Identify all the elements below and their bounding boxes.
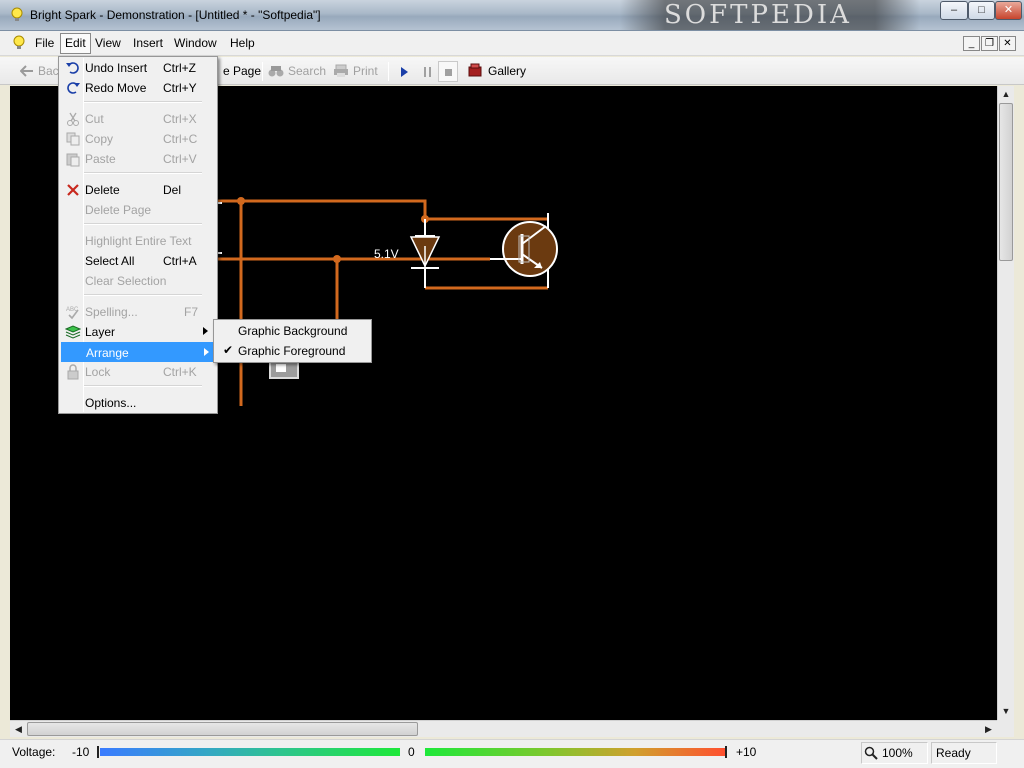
scroll-down-arrow-icon[interactable]: ▼: [998, 703, 1014, 720]
menu-separator: [84, 101, 202, 103]
voltage-negative-gradient: [100, 748, 400, 756]
printer-icon: [334, 64, 348, 77]
submenu-arrow-icon: [204, 348, 209, 356]
menu-separator: [84, 223, 202, 225]
menu-item-undo-insert[interactable]: Undo Insert Ctrl+Z: [61, 58, 215, 78]
menu-item-redo-move[interactable]: Redo Move Ctrl+Y: [61, 78, 215, 98]
voltage-label: Voltage:: [12, 745, 56, 759]
menu-file[interactable]: File: [31, 33, 58, 54]
menu-item-select-all[interactable]: Select All Ctrl+A: [61, 251, 215, 271]
status-panel: Ready: [931, 742, 997, 764]
status-text: Ready: [936, 746, 971, 760]
copy-icon: [66, 132, 80, 146]
stop-icon: [445, 69, 452, 76]
scroll-up-arrow-icon[interactable]: ▲: [998, 86, 1014, 103]
zener-diode[interactable]: [409, 236, 441, 269]
voltage-scale-tick: [725, 746, 727, 758]
page-button[interactable]: e Page: [223, 63, 261, 80]
arrange-submenu: Graphic Background ✔ Graphic Foreground: [213, 319, 372, 363]
menu-item-lock: Lock Ctrl+K: [61, 362, 215, 382]
mdi-minimize-button[interactable]: _: [963, 36, 980, 51]
search-button[interactable]: Search: [288, 63, 326, 80]
checkmark-icon: ✔: [223, 343, 234, 357]
menu-item-arrange[interactable]: Arrange: [61, 342, 215, 362]
scroll-right-arrow-icon[interactable]: ▶: [980, 721, 997, 737]
horizontal-scroll-thumb[interactable]: [27, 722, 418, 736]
softpedia-watermark: SOFTPEDIA: [620, 0, 920, 30]
transistor[interactable]: [490, 221, 558, 277]
circuit-junctions: [237, 197, 429, 263]
vertical-scroll-thumb[interactable]: [999, 103, 1013, 261]
print-button[interactable]: Print: [353, 63, 378, 80]
maximize-button[interactable]: □: [968, 1, 995, 20]
minimize-button[interactable]: –: [940, 1, 968, 20]
component-leads: [215, 202, 549, 288]
zoom-panel: 100%: [861, 742, 928, 764]
gallery-icon: [468, 63, 482, 77]
horizontal-scrollbar[interactable]: ◀ ▶: [10, 720, 997, 737]
toolbar-separator: [262, 62, 263, 81]
delete-x-icon: [67, 184, 79, 196]
window-title: Bright Spark - Demonstration - [Untitled…: [30, 8, 321, 22]
menu-item-options[interactable]: Options...: [61, 393, 215, 413]
scroll-left-arrow-icon[interactable]: ◀: [10, 721, 27, 737]
lightbulb-icon[interactable]: [11, 35, 27, 51]
mdi-restore-button[interactable]: ❐: [981, 36, 998, 51]
play-icon[interactable]: [401, 67, 409, 77]
submenu-item-graphic-background[interactable]: Graphic Background: [216, 321, 370, 341]
menu-item-delete[interactable]: Delete Del: [61, 180, 215, 200]
redo-icon: [67, 82, 80, 94]
toolbar-separator: [388, 62, 389, 81]
undo-icon: [66, 62, 79, 74]
lightbulb-icon: [11, 7, 23, 21]
menu-separator: [84, 172, 202, 174]
zener-voltage-label: 5.1V: [374, 247, 399, 261]
voltage-min-label: -10: [72, 745, 90, 759]
menu-item-layer[interactable]: Layer: [61, 322, 215, 342]
edit-menu-dropdown: Undo Insert Ctrl+Z Redo Move Ctrl+Y Cut …: [58, 56, 218, 414]
close-button[interactable]: ✕: [995, 1, 1022, 20]
menu-edit[interactable]: Edit: [60, 33, 91, 54]
voltage-zero-label: 0: [408, 745, 415, 759]
pause-icon[interactable]: [424, 67, 432, 77]
mdi-close-button[interactable]: ✕: [999, 36, 1016, 51]
menu-item-clear-selection: Clear Selection: [85, 274, 167, 288]
title-bar[interactable]: Bright Spark - Demonstration - [Untitled…: [0, 0, 1024, 31]
submenu-arrow-icon: [203, 327, 208, 335]
lock-icon: [67, 364, 79, 380]
menu-item-delete-page: Delete Page: [85, 203, 152, 217]
menu-bar: File Edit View Insert Window Help: [0, 31, 1024, 56]
menu-help[interactable]: Help: [226, 33, 259, 54]
voltage-positive-gradient: [425, 748, 725, 756]
layers-icon: [65, 325, 81, 339]
magnifier-icon: [864, 746, 878, 760]
vertical-scrollbar[interactable]: ▲ ▼: [997, 86, 1014, 720]
menu-item-copy: Copy Ctrl+C: [61, 129, 215, 149]
scissors-icon: [67, 112, 79, 126]
menu-item-highlight-entire-text: Highlight Entire Text: [85, 234, 192, 248]
status-bar: Voltage: -10 0 +10 100% Ready: [0, 739, 1024, 768]
menu-item-cut: Cut Ctrl+X: [61, 109, 215, 129]
submenu-item-graphic-foreground[interactable]: ✔ Graphic Foreground: [216, 341, 370, 361]
scroll-corner: [997, 720, 1014, 737]
circuit-wires: [215, 199, 548, 406]
menu-separator: [84, 294, 202, 296]
voltage-scale-tick: [97, 746, 99, 758]
binoculars-icon: [268, 66, 284, 77]
stop-button[interactable]: [438, 61, 458, 82]
back-arrow-icon: [20, 65, 33, 77]
gallery-button[interactable]: Gallery: [488, 63, 526, 80]
spelling-check-icon: ABC: [66, 307, 79, 320]
menu-window[interactable]: Window: [170, 33, 221, 54]
back-button[interactable]: Bac: [38, 63, 59, 80]
menu-insert[interactable]: Insert: [129, 33, 167, 54]
paste-icon: [66, 153, 80, 167]
voltage-max-label: +10: [736, 745, 757, 759]
menu-item-spelling: ABC Spelling... F7: [66, 305, 199, 320]
menu-item-paste: Paste Ctrl+V: [61, 149, 215, 169]
zoom-level: 100%: [882, 746, 913, 760]
menu-separator: [84, 385, 202, 387]
menu-view[interactable]: View: [91, 33, 125, 54]
